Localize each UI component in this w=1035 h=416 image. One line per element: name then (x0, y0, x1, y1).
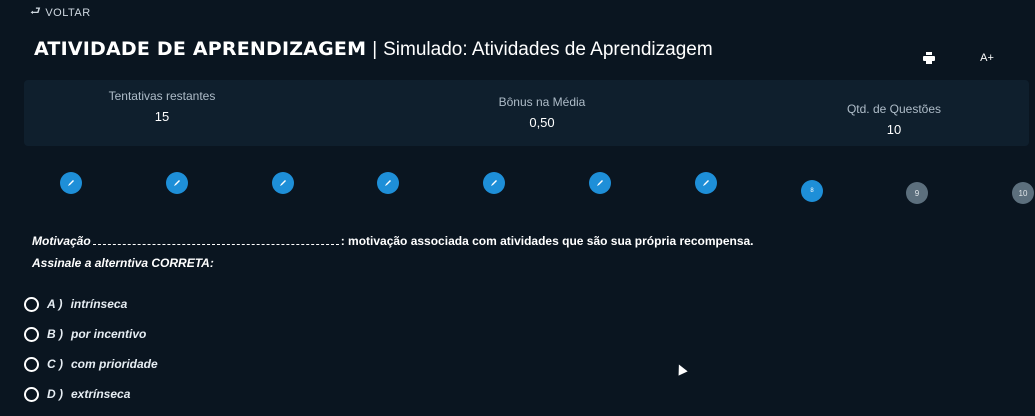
mouse-cursor-icon (674, 362, 688, 376)
print-button[interactable] (917, 46, 941, 70)
question-number: 8 (810, 188, 814, 194)
option-a[interactable]: A ) intrínseca (24, 289, 158, 319)
pencil-icon (385, 180, 391, 186)
question-nav-button[interactable] (695, 172, 717, 194)
print-icon (923, 52, 935, 64)
question-nav-button[interactable]: 9 (906, 182, 928, 204)
question-number: 10 (1018, 188, 1028, 198)
pencil-icon (280, 180, 286, 186)
question-nav-button[interactable] (272, 172, 294, 194)
activity-title: ATIVIDADE DE APRENDIZAGEM (34, 38, 367, 60)
question-nav-button[interactable] (60, 172, 82, 194)
stat-bonus: Bônus na Média 0,50 (482, 95, 602, 130)
option-letter: B ) (47, 327, 63, 341)
stat-attempts-label: Tentativas restantes (108, 89, 216, 103)
radio-button[interactable] (24, 356, 39, 372)
question-nav-button[interactable]: 8 (801, 180, 823, 202)
pencil-icon (174, 180, 180, 186)
option-letter: A ) (47, 297, 63, 311)
option-letter: D ) (47, 387, 63, 401)
question-instruction: Assinale a alterntiva CORRETA: (32, 256, 214, 270)
answer-options: A ) intrínseca B ) por incentivo C ) com… (24, 289, 158, 409)
back-label: VOLTAR (45, 6, 91, 19)
option-text: intrínseca (70, 297, 128, 311)
pencil-icon (491, 180, 497, 186)
increase-font-button[interactable]: A+ (975, 46, 999, 70)
question-nav-button[interactable] (166, 172, 188, 194)
radio-button[interactable] (24, 296, 39, 312)
pencil-icon (703, 180, 709, 186)
option-text: por incentivo (71, 327, 147, 341)
question-term: Motivação (32, 234, 91, 248)
pencil-icon (597, 180, 603, 186)
stat-attempts: Tentativas restantes 15 (102, 89, 222, 124)
option-d[interactable]: D ) extrínseca (24, 379, 158, 409)
stat-questions: Qtd. de Questões 10 (834, 102, 954, 137)
stats-panel: Tentativas restantes 15 Bônus na Média 0… (24, 80, 1029, 146)
option-c[interactable]: C ) com prioridade (24, 349, 158, 379)
question-block: Motivação : motivação associada com ativ… (32, 234, 1012, 270)
radio-button[interactable] (24, 326, 39, 342)
question-number: 9 (914, 188, 920, 198)
option-text: extrínseca (71, 387, 131, 401)
question-nav-button[interactable]: 10 (1012, 182, 1034, 204)
stat-questions-label: Qtd. de Questões (846, 102, 942, 116)
answer-blank (92, 235, 339, 245)
stat-bonus-value: 0,50 (529, 115, 555, 130)
option-letter: C ) (47, 357, 63, 371)
return-arrow-icon: ⮐ (30, 4, 42, 18)
option-text: com prioridade (71, 357, 158, 371)
question-nav-button[interactable] (589, 172, 611, 194)
pencil-icon (68, 180, 74, 186)
back-link[interactable]: ⮐ VOLTAR (30, 2, 91, 23)
stat-bonus-label: Bônus na Média (498, 95, 586, 109)
stat-questions-value: 10 (886, 122, 902, 137)
question-text: : motivação associada com atividades que… (340, 234, 754, 248)
option-b[interactable]: B ) por incentivo (24, 319, 158, 349)
stat-attempts-value: 15 (154, 109, 170, 124)
activity-subtitle: Simulado: Atividades de Aprendizagem (383, 39, 713, 60)
question-nav-button[interactable] (377, 172, 399, 194)
page-title: ATIVIDADE DE APRENDIZAGEM | Simulado: At… (34, 38, 713, 61)
title-separator: | (372, 39, 378, 60)
question-statement: Motivação : motivação associada com ativ… (32, 234, 1012, 248)
radio-button[interactable] (24, 386, 39, 402)
question-nav-button[interactable] (483, 172, 505, 194)
question-navigator: 8 9 10 (0, 168, 1035, 208)
